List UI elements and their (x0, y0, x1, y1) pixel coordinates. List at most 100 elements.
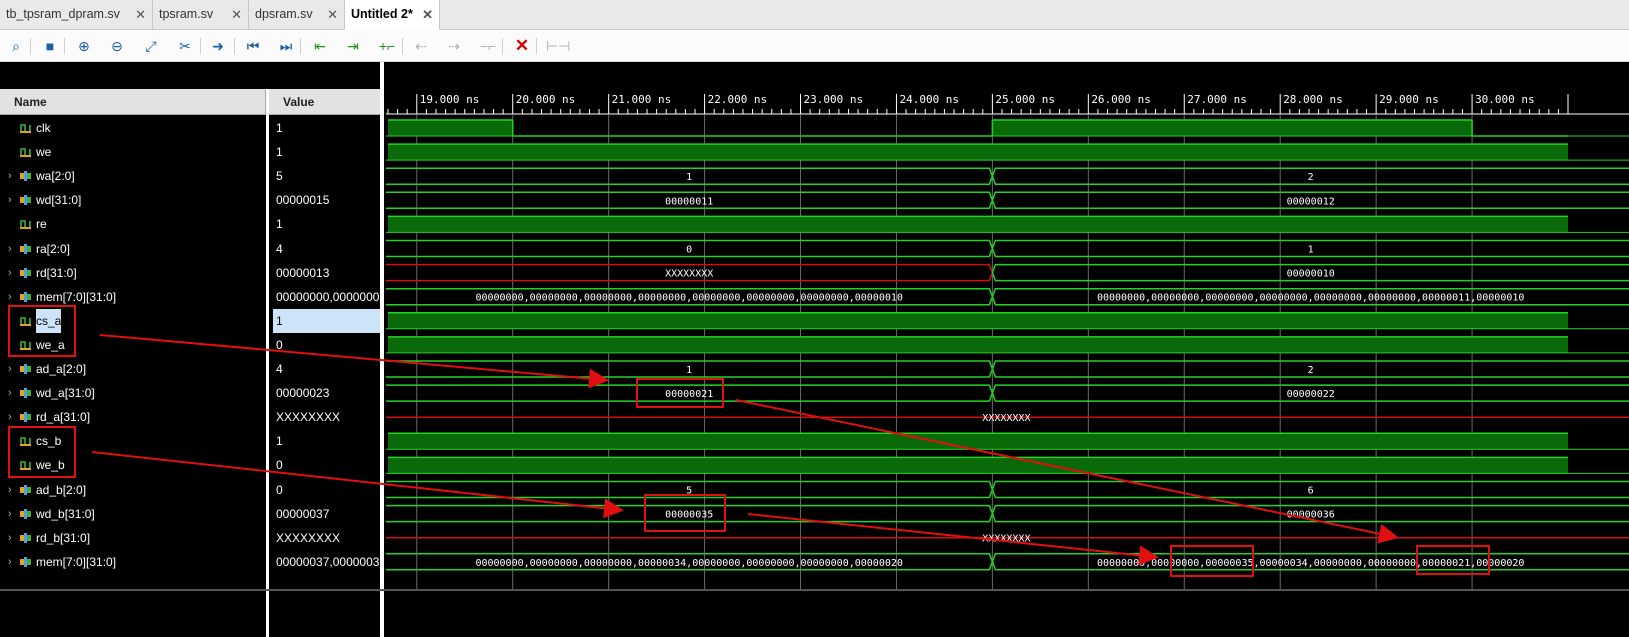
search-icon[interactable]: ⌕ (6, 36, 26, 56)
zoom-fit-icon[interactable]: ⤢ (141, 36, 161, 56)
bus-value-before: 00000000,00000000,00000000,00000034,0000… (475, 558, 902, 569)
editor-tab-bar: tb_tpsram_dpram.sv ✕ tpsram.sv ✕ dpsram.sv ✕ U… (0, 0, 1629, 30)
bus-signal-icon (20, 267, 31, 278)
name-column-header[interactable]: Name (0, 89, 266, 115)
signal-row-wd-a-31-0[interactable]: › wd_a[31:0] 00000023 (0, 381, 381, 405)
annotation-box-mem-b-word2 (1170, 545, 1254, 577)
signal-row-ra-2-0[interactable]: › ra[2:0] 4 (0, 237, 381, 261)
bus-value-after: 1 (1308, 245, 1314, 256)
bus-signal-icon (20, 412, 31, 423)
toolbar-separator (64, 38, 65, 54)
save-icon[interactable]: ■ (40, 36, 60, 56)
signal-value: 1 (276, 121, 283, 135)
next-marker-icon[interactable]: ⇢ (444, 36, 464, 56)
signal-row-ad-a-2-0[interactable]: › ad_a[2:0] 4 (0, 357, 381, 381)
bus-signal-icon (20, 171, 31, 182)
annotation-box-port-b (8, 426, 76, 478)
bus-value-before: XXXXXXXX (665, 269, 713, 280)
waveform-canvas[interactable]: 19.000 ns 20.000 ns 21.000 ns 22.000 ns 23.0… (386, 89, 1629, 589)
signal-name: wa[2:0] (36, 169, 75, 184)
bus-signal-icon (20, 243, 31, 254)
x-bus-label: XXXXXXXX (982, 534, 1030, 545)
toolbar-separator (502, 38, 503, 54)
bus-value-before: 00000000,00000000,00000000,00000000,0000… (475, 293, 902, 304)
time-tick-label: 26.000 ns (1091, 93, 1151, 106)
expand-chevron-icon[interactable]: › (8, 237, 12, 261)
bit-signal-icon (20, 124, 31, 133)
time-tick-label: 25.000 ns (995, 93, 1055, 106)
go-to-end-icon[interactable]: ⏭ (276, 36, 296, 56)
time-tick-label: 21.000 ns (612, 93, 672, 106)
signal-row-re[interactable]: re 1 (0, 212, 381, 236)
tab-label: tb_tpsram_dpram.sv (6, 7, 120, 21)
signal-name: re (36, 217, 47, 232)
wave-fill (388, 457, 1568, 474)
zoom-in-icon[interactable]: ⊕ (74, 36, 94, 56)
signal-row-wd-31-0[interactable]: › wd[31:0] 00000015 (0, 188, 381, 212)
delete-all-markers-icon[interactable]: ✕ (512, 36, 532, 56)
bus-signal-icon (20, 195, 31, 206)
time-tick-label: 29.000 ns (1379, 93, 1439, 106)
value-column-header[interactable]: Value (269, 89, 380, 115)
signal-row-rd-31-0[interactable]: › rd[31:0] 00000013 (0, 261, 381, 285)
time-tick-label: 28.000 ns (1283, 93, 1343, 106)
zoom-out-icon[interactable]: ⊖ (107, 36, 127, 56)
close-icon[interactable]: ✕ (327, 7, 338, 23)
signal-row-clk[interactable]: clk 1 (0, 116, 381, 140)
signal-row-rd-b-31-0[interactable]: › rd_b[31:0] XXXXXXXX (0, 526, 381, 550)
expand-chevron-icon[interactable]: › (8, 188, 12, 212)
previous-transition-icon[interactable]: ⇤ (310, 36, 330, 56)
expand-chevron-icon[interactable]: › (8, 381, 12, 405)
signal-value: 0 (276, 458, 283, 473)
signal-name: ra[2:0] (36, 241, 71, 256)
tab-label: Untitled 2* (351, 7, 413, 21)
time-tick-label: 19.000 ns (420, 93, 480, 106)
swap-cursors-icon[interactable]: ⊢⊣ (546, 36, 570, 56)
go-to-start-icon[interactable]: ⏮ (243, 36, 263, 56)
close-icon[interactable]: ✕ (231, 7, 242, 23)
tab-dpsram-sv[interactable]: dpsram.sv ✕ (249, 0, 345, 30)
bus-value-before: 1 (686, 365, 692, 376)
time-tick-label: 27.000 ns (1187, 93, 1247, 106)
signal-row-mem-7-0-31-0[interactable]: › mem[7:0][31:0] 00000037,0000003 (0, 550, 381, 574)
signal-value: 00000037,0000003 (276, 554, 380, 569)
bus-value-after: 00000036 (1287, 510, 1335, 521)
close-icon[interactable]: ✕ (135, 7, 146, 23)
delete-marker-icon[interactable]: −⌐ (478, 36, 498, 56)
bus-value-before: 0 (686, 245, 692, 256)
signal-name: mem[7:0][31:0] (36, 554, 117, 569)
expand-chevron-icon[interactable]: › (8, 526, 12, 550)
toolbar-separator (30, 38, 31, 54)
signal-name: clk (36, 121, 51, 135)
toolbar-separator (234, 38, 235, 54)
snap-icon[interactable]: ✂ (175, 36, 195, 56)
expand-chevron-icon[interactable]: › (8, 478, 12, 502)
signal-value: 1 (273, 308, 380, 333)
previous-marker-icon[interactable]: ⇠ (411, 36, 431, 56)
expand-chevron-icon[interactable]: › (8, 550, 12, 574)
signal-row-wa-2-0[interactable]: › wa[2:0] 5 (0, 164, 381, 188)
expand-chevron-icon[interactable]: › (8, 502, 12, 526)
signal-value: 4 (276, 241, 283, 256)
close-icon[interactable]: ✕ (422, 7, 433, 23)
signal-row-wd-b-31-0[interactable]: › wd_b[31:0] 00000037 (0, 502, 381, 526)
signal-row-ad-b-2-0[interactable]: › ad_b[2:0] 0 (0, 478, 381, 502)
go-to-cursor-icon[interactable]: ➜ (208, 36, 228, 56)
tab-tpsram-sv[interactable]: tpsram.sv ✕ (153, 0, 249, 30)
signal-name: wd_b[31:0] (36, 506, 95, 521)
signal-row-we[interactable]: we 1 (0, 140, 381, 164)
next-transition-icon[interactable]: ⇥ (343, 36, 363, 56)
bus-value-after: 6 (1308, 486, 1314, 497)
annotation-box-wd-b-value (644, 494, 726, 532)
x-bus-label: XXXXXXXX (982, 413, 1030, 424)
add-marker-icon[interactable]: +⌐ (377, 36, 397, 56)
annotation-box-wd-a-value (636, 378, 724, 408)
annotation-box-port-a (8, 305, 76, 357)
horizontal-scrollbar[interactable] (0, 589, 1629, 591)
tab-tb-tpsram-dpram-sv[interactable]: tb_tpsram_dpram.sv ✕ (0, 0, 153, 30)
signal-value: 00000015 (276, 193, 330, 208)
expand-chevron-icon[interactable]: › (8, 357, 12, 381)
tab-untitled-2-[interactable]: Untitled 2* ✕ (345, 0, 440, 30)
expand-chevron-icon[interactable]: › (8, 164, 12, 188)
expand-chevron-icon[interactable]: › (8, 261, 12, 285)
